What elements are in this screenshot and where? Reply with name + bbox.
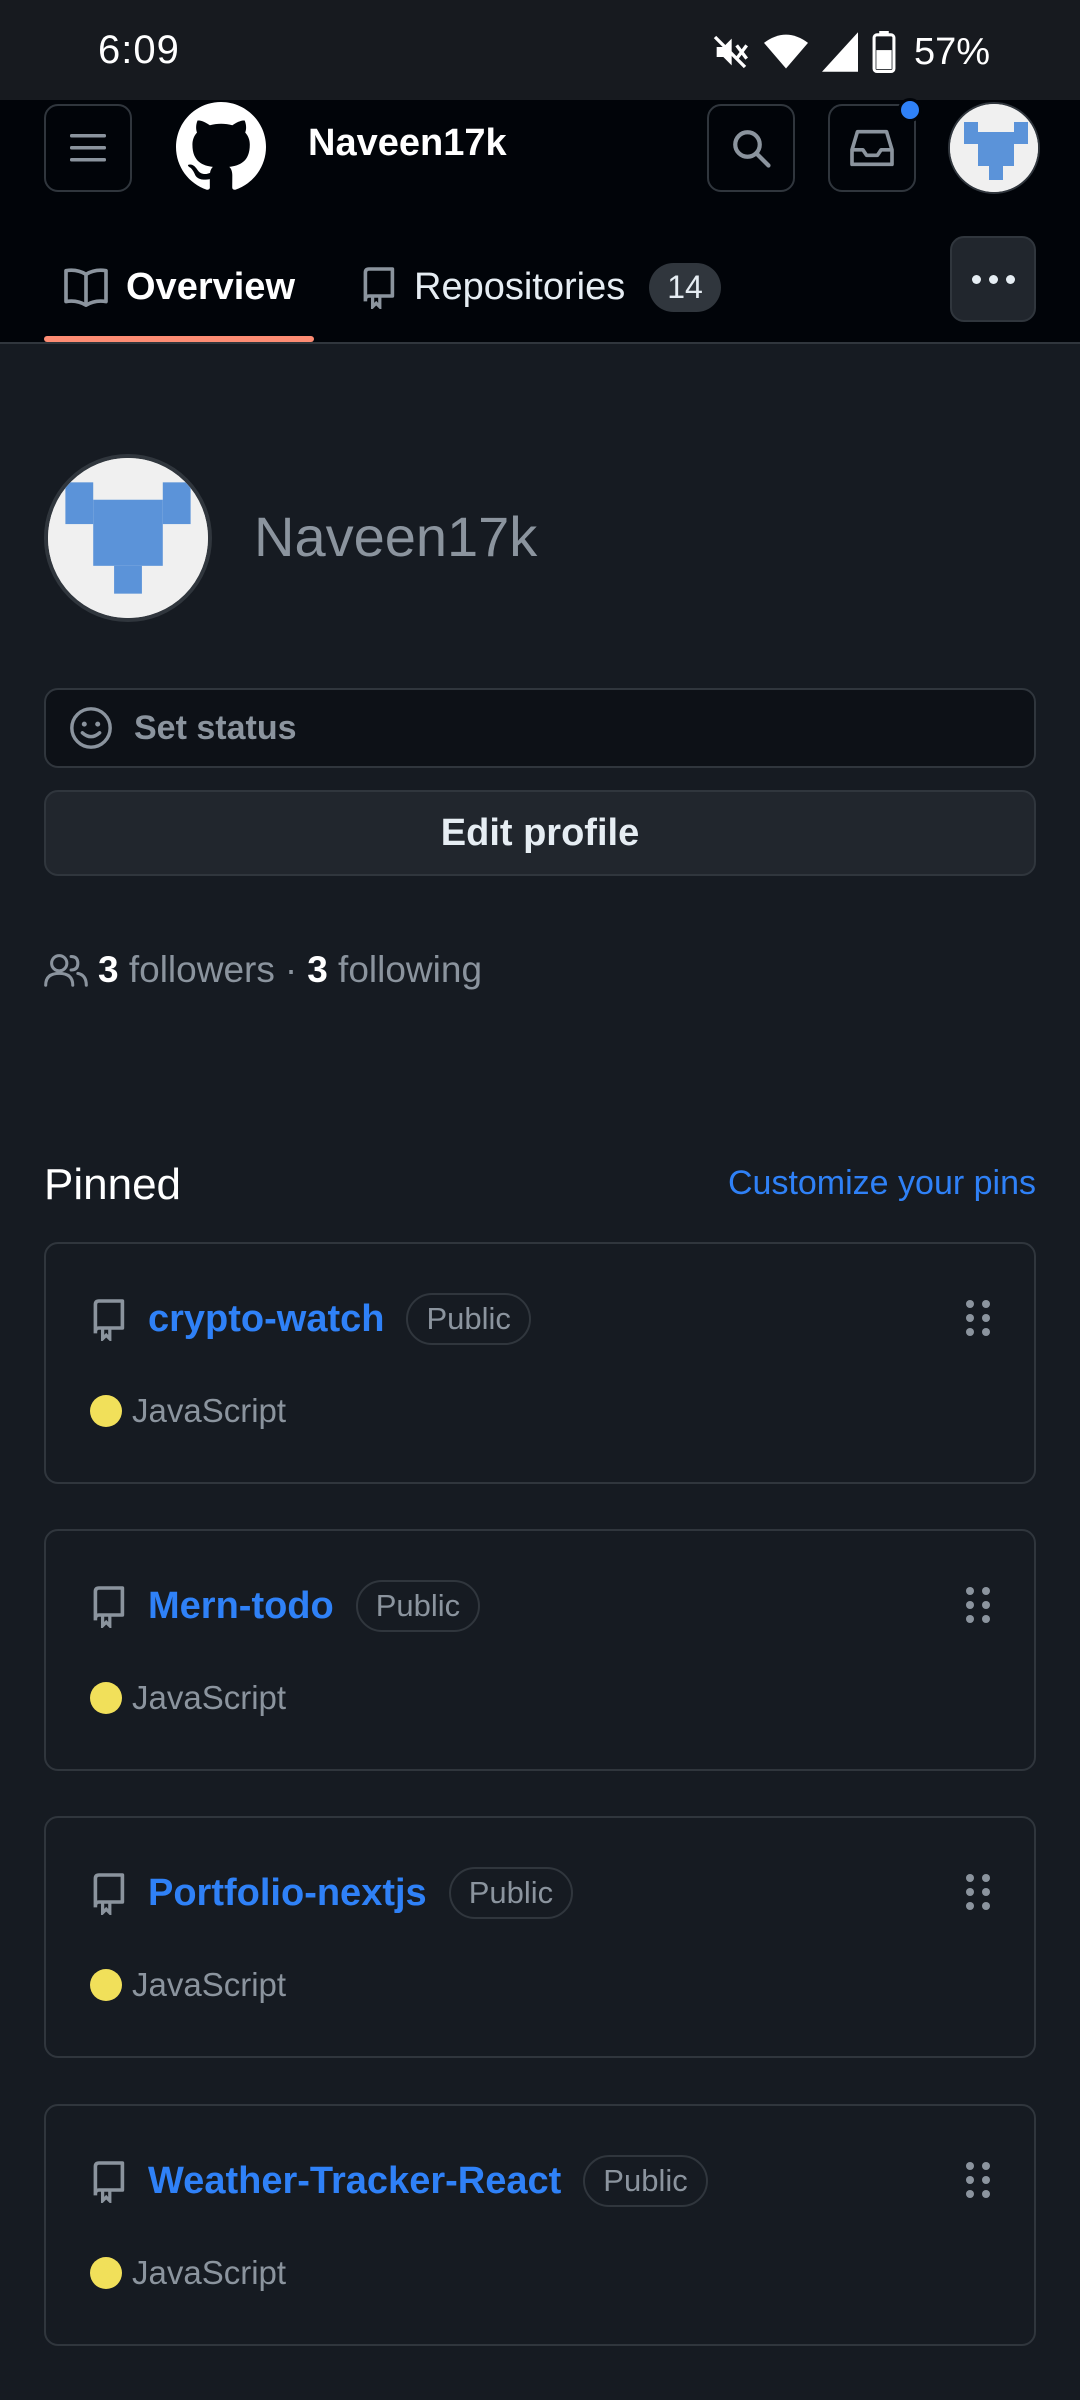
repo-name-link[interactable]: Mern-todo xyxy=(148,1585,334,1628)
visibility-badge: Public xyxy=(583,2155,708,2207)
drag-handle-icon[interactable] xyxy=(966,1300,990,1336)
signal-icon xyxy=(821,32,858,72)
language-color-dot xyxy=(90,1395,122,1427)
pinned-repo-card[interactable]: Portfolio-nextjs Public JavaScript xyxy=(44,1816,1036,2058)
pinned-repo-header: Weather-Tracker-React Public xyxy=(90,2154,708,2208)
visibility-badge: Public xyxy=(406,1293,531,1345)
battery-icon xyxy=(872,31,896,73)
repo-name-link[interactable]: Portfolio-nextjs xyxy=(148,1872,427,1915)
repo-name-link[interactable]: crypto-watch xyxy=(148,1298,384,1341)
repo-icon xyxy=(93,1299,125,1341)
status-icons: 57% xyxy=(710,28,990,76)
mute-icon xyxy=(713,35,748,69)
pinned-repo-card[interactable]: crypto-watch Public JavaScript xyxy=(44,1242,1036,1484)
more-dot-icon xyxy=(988,274,998,284)
repo-language: JavaScript xyxy=(90,2254,286,2292)
followers-count: 3 xyxy=(98,949,119,990)
profile-tabs: Overview Repositories 14 xyxy=(0,230,1080,344)
header-avatar[interactable] xyxy=(948,102,1040,194)
tab-overview-label: Overview xyxy=(126,265,295,308)
drag-handle-icon[interactable] xyxy=(966,1587,990,1623)
following-link[interactable]: 3 following xyxy=(307,949,482,991)
identicon-icon xyxy=(48,458,208,618)
tab-repositories-label: Repositories xyxy=(414,265,626,308)
follow-separator: · xyxy=(284,949,298,990)
tab-overview[interactable]: Overview xyxy=(64,230,295,344)
pinned-heading: Pinned xyxy=(44,1160,182,1209)
following-count: 3 xyxy=(307,949,328,990)
repo-language: JavaScript xyxy=(90,1966,286,2004)
book-icon xyxy=(64,268,108,307)
customize-pins-link[interactable]: Customize your pins xyxy=(728,1164,1036,1203)
tab-repositories[interactable]: Repositories 14 xyxy=(360,230,721,344)
edit-profile-button[interactable]: Edit profile xyxy=(44,790,1036,876)
menu-button[interactable] xyxy=(44,104,132,192)
repo-icon xyxy=(363,267,395,309)
hamburger-icon xyxy=(70,134,106,162)
battery-percent: 57% xyxy=(913,30,990,73)
smiley-icon xyxy=(70,707,112,749)
pinned-repo-card[interactable]: Mern-todo Public JavaScript xyxy=(44,1529,1036,1771)
repositories-count-badge: 14 xyxy=(649,262,721,312)
drag-handle-icon[interactable] xyxy=(966,1874,990,1910)
drag-handle-icon[interactable] xyxy=(966,2162,990,2198)
repo-icon xyxy=(93,1586,125,1628)
language-color-dot xyxy=(90,2257,122,2289)
repo-name-link[interactable]: Weather-Tracker-React xyxy=(148,2160,561,2203)
set-status-button[interactable]: Set status xyxy=(44,688,1036,768)
set-status-label: Set status xyxy=(134,708,297,747)
more-dot-icon xyxy=(971,274,981,284)
search-icon xyxy=(733,130,771,168)
visibility-badge: Public xyxy=(355,1580,481,1632)
repo-language: JavaScript xyxy=(90,1679,286,1717)
pinned-repo-header: Mern-todo Public xyxy=(90,1579,481,1633)
language-color-dot xyxy=(90,1969,122,2001)
pinned-repo-card[interactable]: Weather-Tracker-React Public JavaScript xyxy=(44,2104,1036,2346)
more-dot-icon xyxy=(1005,274,1015,284)
pinned-repo-header: crypto-watch Public xyxy=(90,1292,531,1346)
people-icon xyxy=(44,954,88,987)
repo-language: JavaScript xyxy=(90,1392,286,1430)
visibility-badge: Public xyxy=(448,1867,574,1919)
search-button[interactable] xyxy=(707,104,795,192)
repo-icon xyxy=(93,2161,125,2203)
app-header: Naveen17k Overview Repositories 14 xyxy=(0,98,1080,344)
status-bar: 6:09 57% xyxy=(0,0,1080,100)
github-logo-icon[interactable] xyxy=(176,102,266,192)
pinned-repo-header: Portfolio-nextjs Public xyxy=(90,1866,574,1920)
followers-label: followers xyxy=(128,949,275,990)
followers-link[interactable]: 3 followers xyxy=(98,949,275,991)
profile-username: Naveen17k xyxy=(254,505,538,568)
inbox-icon xyxy=(850,129,894,167)
following-label: following xyxy=(338,949,483,990)
follow-stats: 3 followers · 3 following xyxy=(44,944,482,996)
status-time: 6:09 xyxy=(98,28,180,72)
wifi-icon xyxy=(763,34,808,69)
repo-icon xyxy=(93,1873,125,1915)
language-color-dot xyxy=(90,1682,122,1714)
language-label: JavaScript xyxy=(132,1966,287,2003)
profile-avatar[interactable] xyxy=(44,454,212,622)
inbox-button[interactable] xyxy=(828,98,922,192)
active-tab-indicator xyxy=(44,336,314,342)
language-label: JavaScript xyxy=(132,1679,287,1716)
language-label: JavaScript xyxy=(132,2254,287,2291)
notification-dot xyxy=(898,98,922,122)
header-username[interactable]: Naveen17k xyxy=(308,122,507,165)
more-button[interactable] xyxy=(950,236,1036,322)
language-label: JavaScript xyxy=(132,1392,287,1429)
identicon-icon xyxy=(950,104,1038,192)
